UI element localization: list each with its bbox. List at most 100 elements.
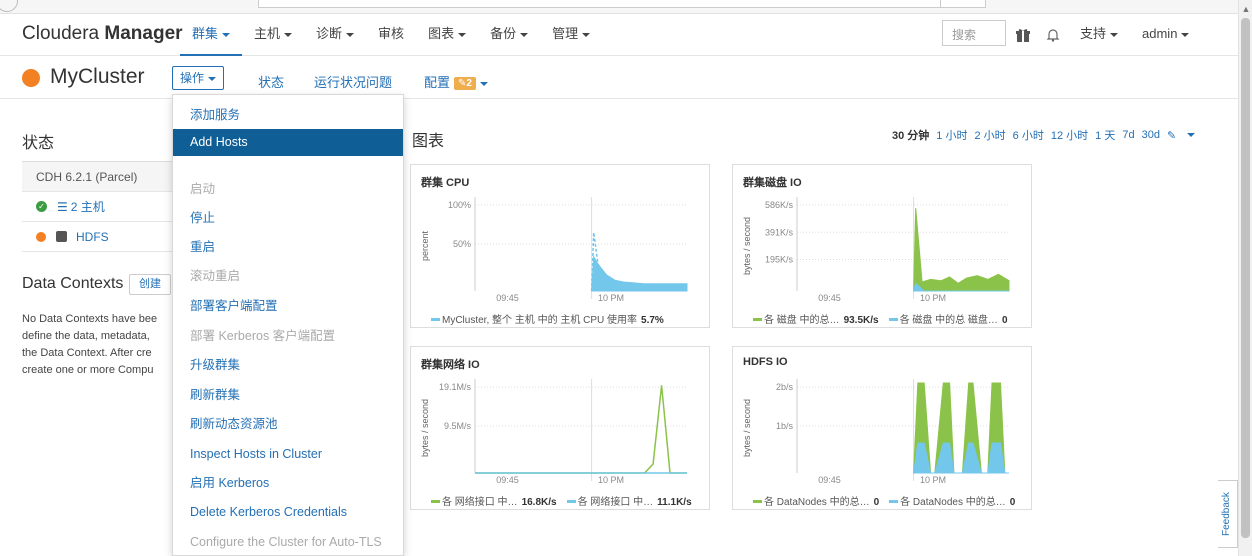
tab-status[interactable]: 状态: [258, 72, 284, 91]
menu-item-14: Configure the Cluster for Auto-TLS: [190, 535, 382, 549]
legend-swatch: [431, 500, 440, 503]
y-tick-label: 195K/s: [765, 255, 794, 265]
address-bar[interactable]: [258, 0, 986, 8]
time-range-option[interactable]: 1 小时: [936, 127, 967, 143]
chart-legend: MyCluster, 整个 主机 中的 主机 CPU 使用率 5.7%: [431, 311, 674, 326]
app-window: Cloudera Manager 群集 主机 诊断 审核 图表 备份 管理 搜索 支持 adm: [0, 0, 1252, 556]
browser-back-button[interactable]: [0, 0, 18, 12]
status-table: CDH 6.2.1 (Parcel) ✓ ☰ 2 主机 HDFS: [22, 161, 172, 252]
scroll-up-arrow-icon[interactable]: ▲: [1239, 4, 1252, 14]
main-nav-menu: 群集 主机 诊断 审核 图表 备份 管理: [180, 14, 602, 56]
menu-item-12[interactable]: 启用 Kerberos: [173, 470, 403, 497]
menu-item-3[interactable]: 停止: [173, 205, 403, 232]
feedback-button[interactable]: Feedback: [1218, 480, 1238, 548]
menu-item-8[interactable]: 升级群集: [173, 352, 403, 379]
tab-configuration-label: 配置: [424, 75, 451, 90]
legend-label: 各 网络接口 中…: [442, 497, 518, 508]
nav-item-label: 管理: [552, 26, 579, 41]
description-line: No Data Contexts have bee: [22, 313, 158, 325]
menu-item-13[interactable]: Delete Kerberos Credentials: [173, 499, 403, 526]
menu-item-0[interactable]: 添加服务: [173, 102, 403, 129]
nav-item-1[interactable]: 主机: [242, 14, 304, 56]
legend-swatch: [753, 318, 762, 321]
nav-item-label: 图表: [428, 26, 455, 41]
chart-plot: bytes / second 586K/s 391K/s 195K/s 09:45 10 …: [742, 197, 1010, 303]
notification-icon[interactable]: [1038, 14, 1068, 56]
chart-legend: 各 网络接口 中… 16.8K/s 各 网络接口 中… 11.1K/s: [431, 493, 702, 508]
y-axis-label: bytes / second: [742, 217, 752, 275]
menu-item-4[interactable]: 重启: [173, 234, 403, 261]
series-area: [591, 255, 688, 292]
time-range-option[interactable]: 7d: [1122, 129, 1134, 141]
chart-cluster-network-io[interactable]: 群集网络 IO bytes / second 19.1M/s 9.5M/s 09:45…: [410, 346, 710, 510]
chart-plot: bytes / second 2b/s 1b/s 09:45 10 PM: [742, 379, 1009, 485]
brand-logo[interactable]: Cloudera Manager: [22, 23, 183, 45]
hdfs-link[interactable]: HDFS: [76, 230, 109, 244]
time-range-option[interactable]: 12 小时: [1051, 127, 1088, 143]
support-menu[interactable]: 支持: [1068, 14, 1130, 56]
tab-health-issues[interactable]: 运行状况问题: [314, 72, 392, 91]
chart-cluster-cpu[interactable]: 群集 CPU percent 100% 50% 09:45 10 PM MyCluste…: [410, 164, 710, 328]
gift-icon[interactable]: [1008, 14, 1038, 56]
y-tick-label: 1b/s: [776, 421, 794, 431]
chevron-down-icon: [1187, 133, 1196, 137]
chart-cluster-disk-io[interactable]: 群集磁盘 IO bytes / second 586K/s 391K/s 195K/s…: [732, 164, 1032, 328]
nav-item-4[interactable]: 图表: [416, 14, 478, 56]
nav-item-label: 审核: [378, 26, 405, 41]
cdh-version: CDH 6.2.1 (Parcel): [36, 169, 138, 184]
menu-item-7: 部署 Kerberos 客户端配置: [190, 329, 336, 343]
y-tick-label: 50%: [453, 239, 471, 249]
nav-item-5[interactable]: 备份: [478, 14, 540, 56]
legend-value: 0: [1001, 315, 1008, 326]
time-range-option[interactable]: 6 小时: [1013, 127, 1044, 143]
legend-swatch: [888, 318, 898, 321]
menu-item-10[interactable]: 刷新动态资源池: [173, 411, 403, 438]
x-tick-label: 10 PM: [598, 293, 624, 303]
legend-label: 各 磁盘 中的总 磁盘…: [899, 315, 998, 326]
time-range-option[interactable]: 30d: [1142, 129, 1160, 141]
menu-item-6[interactable]: 部署客户端配置: [173, 293, 403, 320]
x-tick-label: 09:45: [496, 475, 519, 485]
search-input[interactable]: 搜索: [942, 20, 1006, 46]
chart-plot: bytes / second 19.1M/s 9.5M/s 09:45 10 PM: [420, 379, 687, 485]
chart-hdfs-io[interactable]: HDFS IO bytes / second 2b/s 1b/s 09:45 10 PM…: [732, 346, 1032, 510]
y-tick-label: 586K/s: [765, 200, 794, 210]
cluster-name[interactable]: MyCluster: [50, 65, 145, 89]
x-tick-label: 09:45: [818, 475, 841, 485]
hdfs-row[interactable]: HDFS: [22, 222, 172, 252]
chevron-down-icon: [208, 76, 216, 81]
menu-item-9[interactable]: 刷新群集: [173, 382, 403, 409]
nav-item-2[interactable]: 诊断: [304, 14, 366, 56]
legend-value: 11.1K/s: [657, 497, 692, 508]
chevron-down-icon: [346, 32, 355, 37]
y-tick-label: 391K/s: [765, 227, 794, 237]
vertical-scrollbar[interactable]: ▲: [1238, 0, 1252, 556]
hdfs-status-dot: [36, 231, 46, 242]
nav-item-6[interactable]: 管理: [540, 14, 602, 56]
brand-light-text: Cloudera: [22, 23, 100, 44]
time-range-option[interactable]: 2 小时: [974, 127, 1005, 143]
time-range-option[interactable]: 1 天: [1095, 127, 1115, 143]
y-tick-label: 2b/s: [776, 382, 794, 392]
legend-value: 5.7%: [641, 315, 664, 326]
menu-item-11[interactable]: Inspect Hosts in Cluster: [173, 441, 403, 468]
legend-value: 0: [1009, 497, 1016, 508]
cluster-status-dot: [22, 69, 40, 87]
actions-dropdown-button[interactable]: 操作: [172, 66, 224, 90]
menu-item-1[interactable]: Add Hosts: [173, 129, 403, 156]
legend-label: 各 磁盘 中的总…: [764, 315, 840, 326]
user-menu[interactable]: admin: [1130, 14, 1201, 56]
chevron-down-icon: [582, 32, 591, 37]
edit-pencil-icon[interactable]: ✎: [1167, 129, 1176, 142]
nav-item-0[interactable]: 群集: [180, 14, 243, 56]
tab-configuration[interactable]: 配置 ✎2: [424, 72, 488, 91]
x-tick-label: 09:45: [496, 293, 519, 303]
create-data-context-button[interactable]: 创建: [129, 274, 171, 295]
chart-plot: percent 100% 50% 09:45 10 PM: [420, 197, 688, 303]
hosts-row[interactable]: ✓ ☰ 2 主机: [22, 192, 172, 222]
nav-item-3[interactable]: 审核: [366, 14, 416, 56]
time-range-option[interactable]: 30 分钟: [892, 127, 929, 143]
hosts-link[interactable]: 2 主机: [71, 198, 105, 215]
scrollbar-thumb[interactable]: [1241, 18, 1250, 538]
chart-legend: 各 磁盘 中的总… 93.5K/s 各 磁盘 中的总 磁盘… 0: [753, 311, 1018, 326]
